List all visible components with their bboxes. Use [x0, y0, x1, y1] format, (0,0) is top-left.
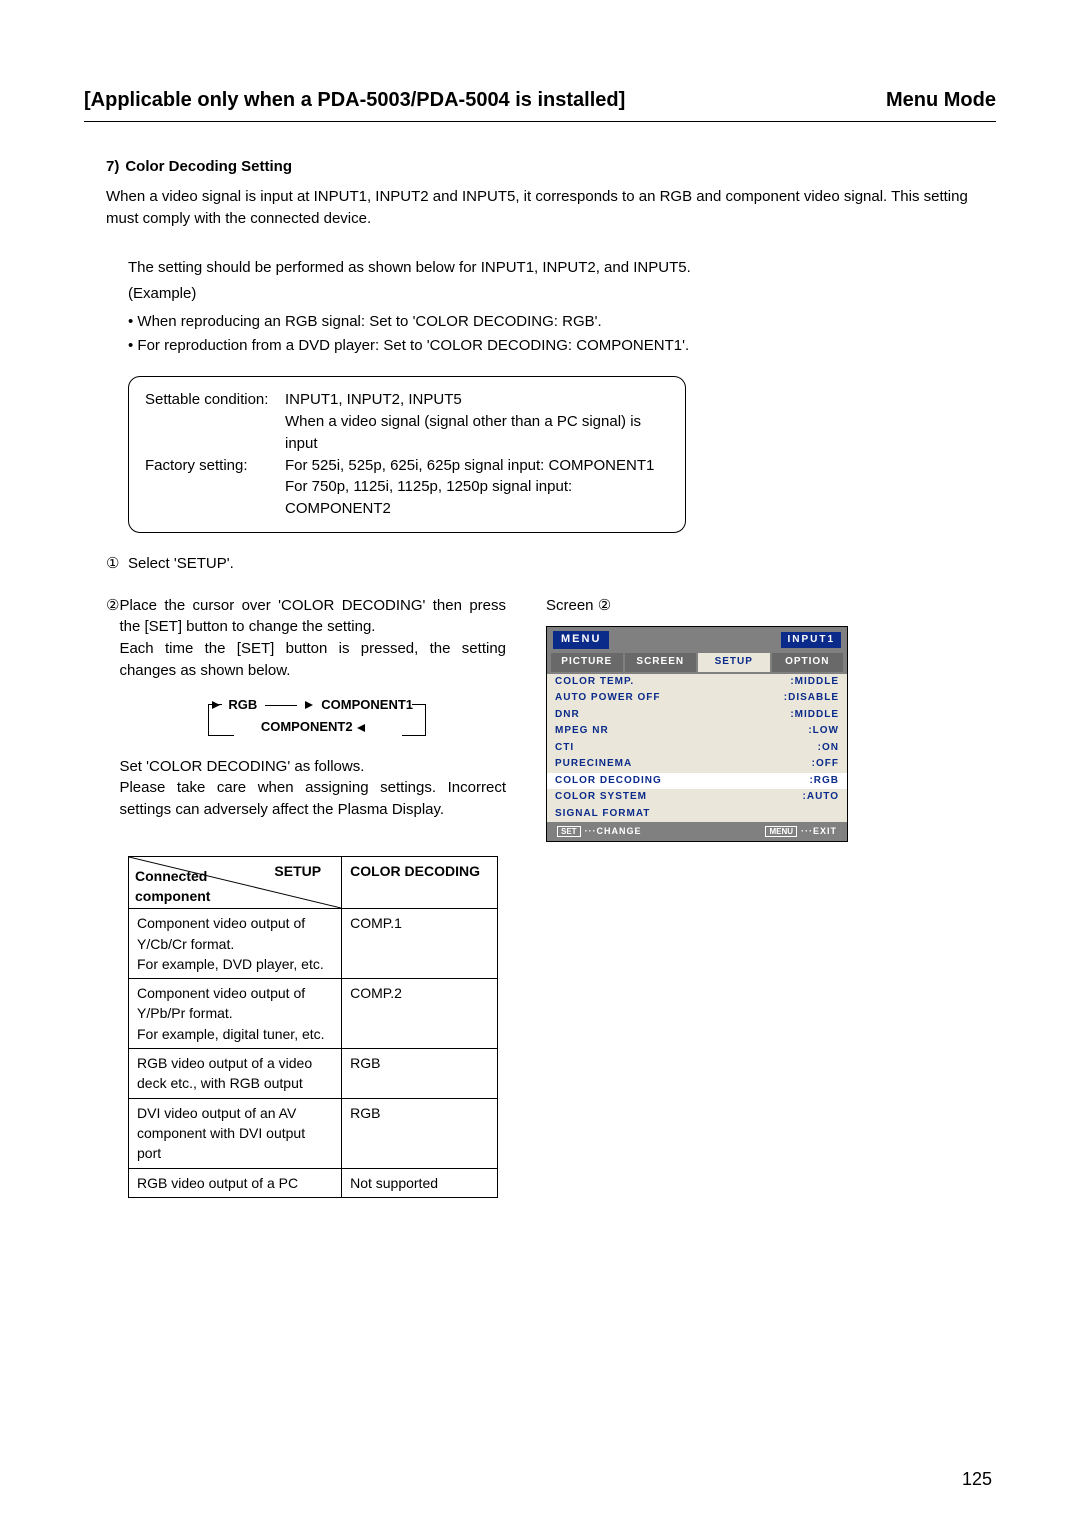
osd-key-set: SET	[557, 826, 581, 837]
step2-p3: Set 'COLOR DECODING' as follows.	[119, 756, 506, 778]
section-number: 7)	[106, 156, 119, 182]
table-row: Component video output of Y/Cb/Cr format…	[129, 909, 498, 979]
screen-label: Screen ②	[546, 595, 846, 617]
table-row: Component video output of Y/Pb/Pr format…	[129, 979, 498, 1049]
osd-tab-screen[interactable]: SCREEN	[625, 653, 699, 672]
factory-label: Factory setting:	[145, 455, 285, 477]
settable-line2: When a video signal (signal other than a…	[285, 411, 669, 455]
osd-row[interactable]: COLOR SYSTEM:AUTO	[547, 789, 847, 806]
osd-row[interactable]: AUTO POWER OFF:DISABLE	[547, 690, 847, 707]
th-connected: Connected component	[135, 866, 210, 907]
osd-tab-option[interactable]: OPTION	[772, 653, 844, 672]
setup-table: SETUP Connected component COLOR DECODING…	[128, 856, 498, 1198]
factory-line1: For 525i, 525p, 625i, 625p signal input:…	[285, 455, 669, 477]
osd-row[interactable]: DNR:MIDDLE	[547, 707, 847, 724]
step2-p1: Place the cursor over 'COLOR DECODING' t…	[119, 595, 506, 639]
table-row: RGB video output of a video deck etc., w…	[129, 1049, 498, 1099]
osd-panel: MENU INPUT1 PICTURESCREENSETUPOPTION COL…	[546, 626, 848, 842]
settable-label: Settable condition:	[145, 389, 285, 411]
header-left-title: [Applicable only when a PDA-5003/PDA-500…	[84, 86, 625, 115]
osd-footer-right: MENU···EXIT	[765, 825, 837, 838]
example-label: (Example)	[128, 283, 996, 305]
osd-row[interactable]: COLOR DECODING:RGB	[547, 773, 847, 790]
step2-p2: Each time the [SET] button is pressed, t…	[119, 638, 506, 682]
step2-p4: Please take care when assigning settings…	[119, 777, 506, 821]
table-row: DVI video output of an AV component with…	[129, 1098, 498, 1168]
bullet-dvd: • For reproduction from a DVD player: Se…	[128, 335, 996, 357]
settable-line1: INPUT1, INPUT2, INPUT5	[285, 389, 669, 411]
osd-input-badge: INPUT1	[781, 632, 841, 649]
step1-text: Select 'SETUP'.	[128, 553, 234, 575]
osd-footer-left: SET···CHANGE	[557, 825, 642, 838]
th-color-decoding: COLOR DECODING	[342, 857, 498, 909]
step1-num: ①	[106, 553, 128, 575]
cycle-b: COMPONENT1	[321, 696, 413, 715]
section-p2: The setting should be performed as shown…	[128, 257, 996, 279]
step2-num: ②	[106, 595, 119, 617]
cycle-c: COMPONENT2	[261, 718, 353, 737]
condition-box: Settable condition: INPUT1, INPUT2, INPU…	[128, 376, 686, 533]
page-number: 125	[962, 1466, 992, 1492]
osd-row[interactable]: COLOR TEMP.:MIDDLE	[547, 674, 847, 691]
header-right-title: Menu Mode	[886, 86, 996, 115]
osd-key-menu: MENU	[765, 826, 797, 837]
factory-line2: For 750p, 1125i, 1125p, 1250p signal inp…	[285, 476, 669, 520]
osd-row[interactable]: CTI:ON	[547, 740, 847, 757]
osd-menu-badge: MENU	[553, 631, 609, 649]
osd-row[interactable]: SIGNAL FORMAT	[547, 806, 847, 823]
osd-tab-picture[interactable]: PICTURE	[551, 653, 625, 672]
osd-row[interactable]: PURECINEMA:OFF	[547, 756, 847, 773]
section-p1: When a video signal is input at INPUT1, …	[106, 186, 996, 230]
th-setup: SETUP	[274, 861, 321, 881]
osd-tab-setup[interactable]: SETUP	[698, 653, 772, 672]
cycle-a: RGB	[228, 696, 257, 715]
section-title: Color Decoding Setting	[125, 156, 292, 178]
bullet-rgb: • When reproducing an RGB signal: Set to…	[128, 311, 996, 333]
cycle-diagram: RGB COMPONENT1 COMPONENT2	[198, 696, 428, 742]
table-row: RGB video output of a PCNot supported	[129, 1168, 498, 1197]
osd-row[interactable]: MPEG NR:LOW	[547, 723, 847, 740]
